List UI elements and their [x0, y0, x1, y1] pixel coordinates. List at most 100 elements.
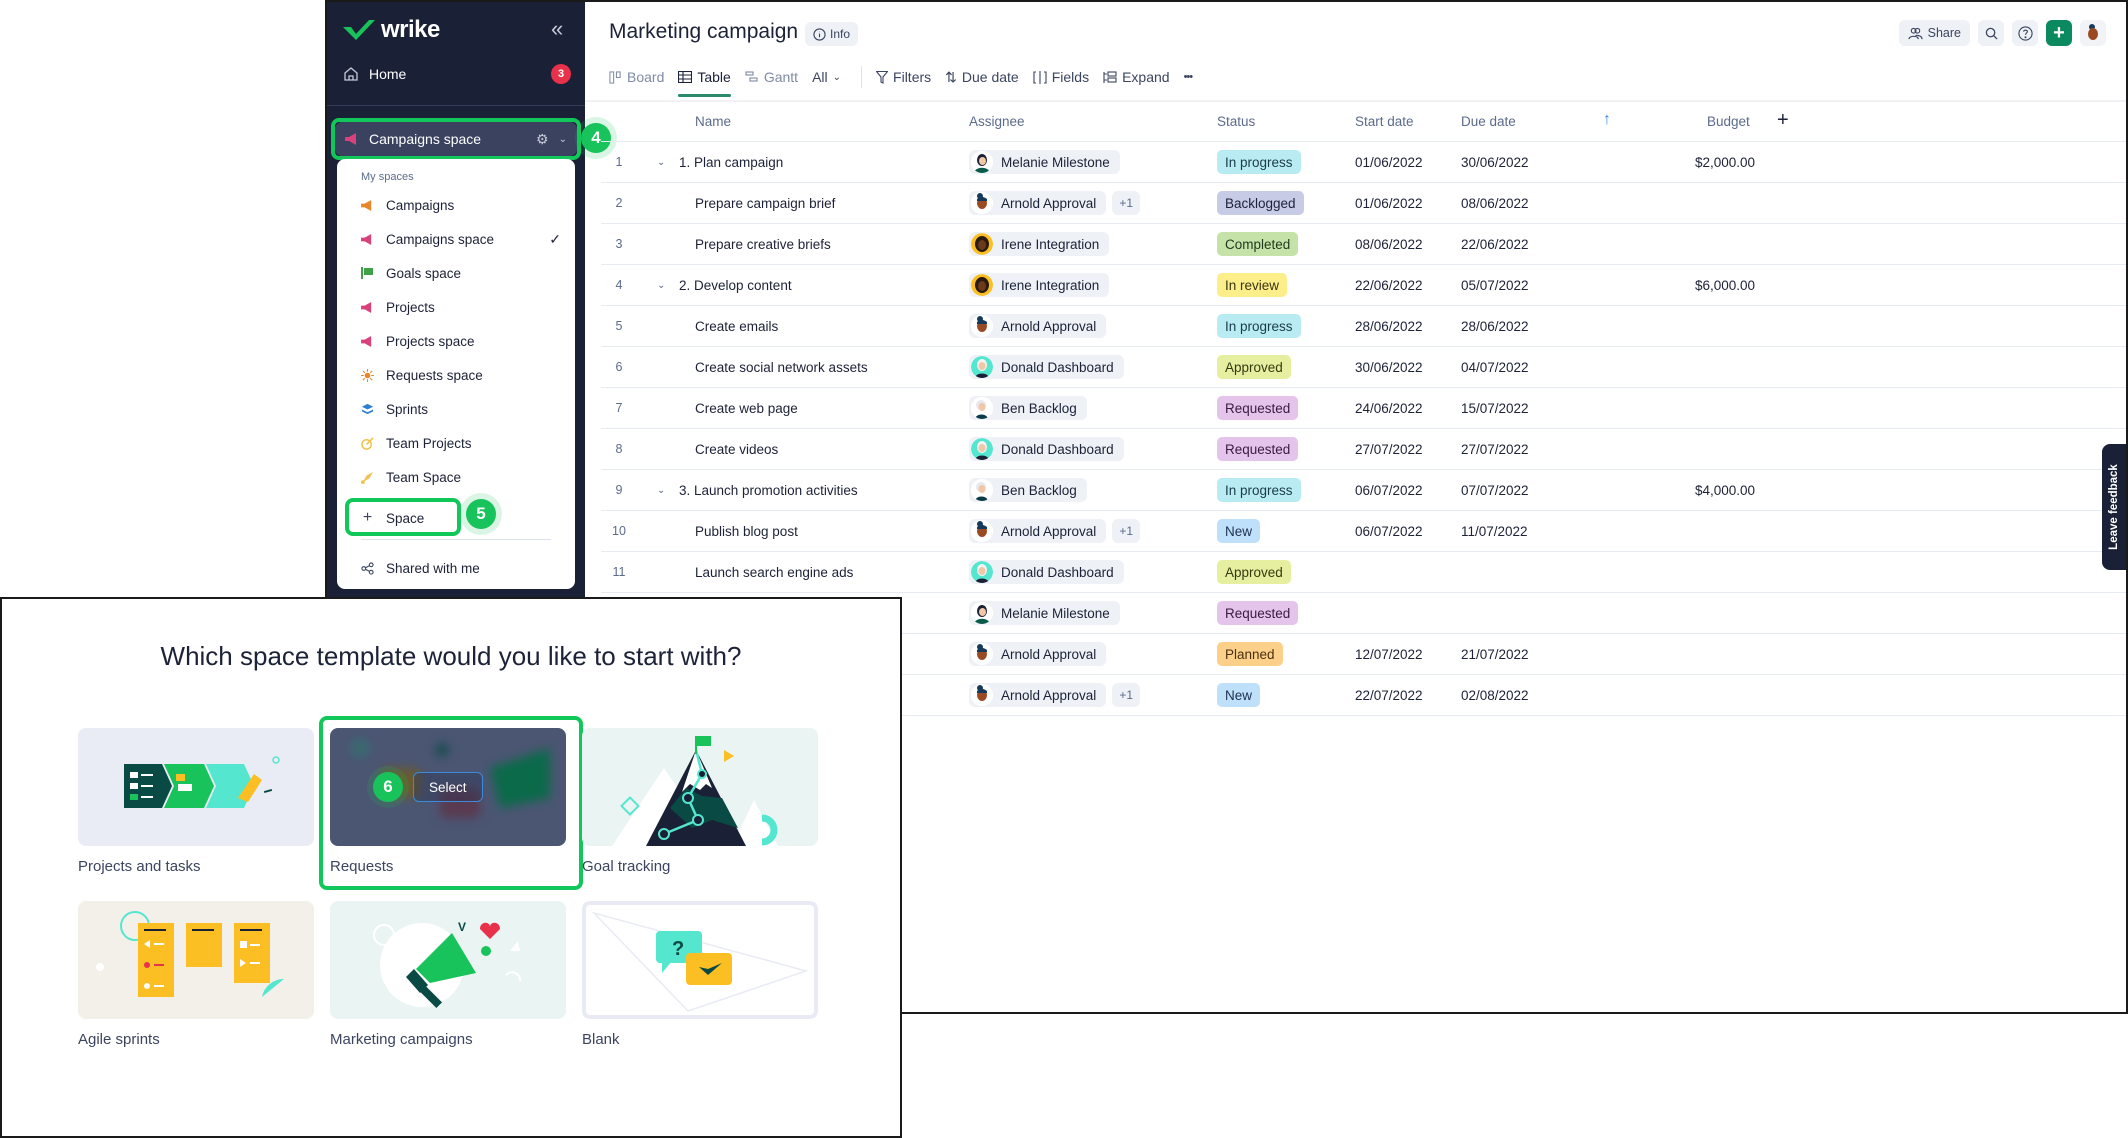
add-new-button[interactable]: + [2046, 20, 2072, 46]
space-item-projects[interactable]: Projects [361, 294, 561, 320]
template-goal-tracking[interactable]: Goal tracking [582, 728, 818, 875]
chevron-down-icon[interactable]: ⌄ [657, 157, 671, 168]
more-assignees-chip[interactable]: +1 [1112, 683, 1140, 707]
status-badge[interactable]: Approved [1217, 560, 1291, 584]
space-item-team-space[interactable]: Team Space [361, 464, 561, 490]
more-assignees-chip[interactable]: +1 [1112, 191, 1140, 215]
gear-icon[interactable]: ⚙ [536, 131, 549, 148]
start-date[interactable]: 27/07/2022 [1355, 429, 1423, 469]
table-row[interactable]: 9 ⌄ 3. Launch promotion activities Ben Bac… [601, 470, 2126, 511]
table-row[interactable]: 10 Publish blog post Arnold Approval +1 Ne… [601, 511, 2126, 552]
collapse-sidebar-icon[interactable]: « [551, 16, 563, 42]
budget[interactable]: $4,000.00 [1571, 470, 1755, 510]
due-date[interactable]: 07/07/2022 [1461, 470, 1529, 510]
fields-button[interactable]: Fields [1033, 69, 1089, 85]
status-badge[interactable]: Approved [1217, 355, 1291, 379]
status-badge[interactable]: In review [1217, 273, 1288, 297]
template-agile-sprints[interactable]: Agile sprints [78, 901, 314, 1048]
table-row[interactable]: 5 Create emails Arnold Approval In progre… [601, 306, 2126, 347]
budget[interactable] [1571, 511, 1755, 551]
due-date[interactable]: 08/06/2022 [1461, 183, 1529, 223]
col-status[interactable]: Status [1217, 114, 1255, 129]
table-row[interactable]: 1 ⌄ 1. Plan campaign Melanie Milestone In … [601, 142, 2126, 183]
status-badge[interactable]: In progress [1217, 150, 1301, 174]
table-row[interactable]: 2 Prepare campaign brief Arnold Approval … [601, 183, 2126, 224]
info-button[interactable]: Info [805, 22, 859, 46]
budget[interactable] [1571, 388, 1755, 428]
start-date[interactable]: 30/06/2022 [1355, 347, 1423, 387]
task-name-cell[interactable]: Prepare campaign brief [695, 183, 835, 223]
status-badge[interactable]: New [1217, 519, 1261, 543]
space-item-goals-space[interactable]: Goals space [361, 260, 561, 286]
tab-table[interactable]: Table [678, 69, 732, 97]
leave-feedback-tab[interactable]: Leave feedback [2102, 444, 2126, 570]
space-item-requests-space[interactable]: Requests space [361, 362, 561, 388]
start-date[interactable]: 06/07/2022 [1355, 470, 1423, 510]
chevron-down-icon[interactable]: ⌄ [559, 134, 567, 145]
share-button[interactable]: Share [1898, 20, 1970, 46]
status-badge[interactable]: Backlogged [1217, 191, 1304, 215]
status-badge[interactable]: Completed [1217, 232, 1299, 256]
assignee-chip[interactable]: Donald Dashboard [969, 437, 1124, 461]
budget[interactable] [1571, 593, 1755, 633]
template-requests[interactable]: 6 Select Requests [330, 728, 566, 875]
space-item-sprints[interactable]: Sprints [361, 396, 561, 422]
space-item-team-projects[interactable]: Team Projects [361, 430, 561, 456]
assignee-chip[interactable]: Ben Backlog [969, 478, 1087, 502]
assignee-chip[interactable]: Arnold Approval [969, 191, 1107, 215]
start-date[interactable]: 06/07/2022 [1355, 511, 1423, 551]
task-name-cell[interactable]: ⌄ 2. Develop content [657, 265, 792, 305]
task-name-cell[interactable]: ⌄ 1. Plan campaign [657, 142, 783, 182]
sort-button[interactable]: ⇅ Due date [945, 69, 1019, 86]
space-item-projects-space[interactable]: Projects space [361, 328, 561, 354]
col-name[interactable]: Name [695, 114, 731, 129]
select-template-button[interactable]: Select [413, 772, 483, 802]
expand-button[interactable]: Expand [1103, 69, 1170, 85]
template-blank[interactable]: ? Blank [582, 901, 818, 1048]
chevron-down-icon[interactable]: ⌄ [657, 485, 671, 496]
budget[interactable] [1571, 306, 1755, 346]
task-name-cell[interactable]: ⌄ 3. Launch promotion activities [657, 470, 858, 510]
table-row[interactable]: 6 Create social network assets Donald Das… [601, 347, 2126, 388]
col-assignee[interactable]: Assignee [969, 114, 1025, 129]
due-date[interactable]: 15/07/2022 [1461, 388, 1529, 428]
due-date[interactable]: 11/07/2022 [1461, 511, 1528, 551]
table-row[interactable]: 8 Create videos Donald Dashboard Requeste… [601, 429, 2126, 470]
space-selector[interactable]: Campaigns space ⚙ ⌄ [335, 122, 577, 156]
search-button[interactable] [1978, 20, 2004, 46]
budget[interactable] [1571, 183, 1755, 223]
assignee-chip[interactable]: Donald Dashboard [969, 560, 1124, 584]
task-name-cell[interactable]: Publish blog post [695, 511, 798, 551]
task-name-cell[interactable]: Create web page [695, 388, 798, 428]
budget[interactable] [1571, 224, 1755, 264]
budget[interactable]: $2,000.00 [1571, 142, 1755, 182]
add-column-icon[interactable]: + [1777, 109, 1789, 132]
assignee-chip[interactable]: Irene Integration [969, 273, 1110, 297]
assignee-chip[interactable]: Ben Backlog [969, 396, 1087, 420]
status-badge[interactable]: Requested [1217, 396, 1299, 420]
col-start-date[interactable]: Start date [1355, 114, 1414, 129]
assignee-chip[interactable]: Irene Integration [969, 232, 1110, 256]
budget[interactable] [1571, 552, 1755, 592]
shared-with-me-item[interactable]: Shared with me [361, 555, 561, 581]
budget[interactable] [1571, 347, 1755, 387]
start-date[interactable]: 12/07/2022 [1355, 634, 1423, 674]
assignee-chip[interactable]: Arnold Approval [969, 519, 1107, 543]
start-date[interactable]: 24/06/2022 [1355, 388, 1423, 428]
start-date[interactable]: 28/06/2022 [1355, 306, 1423, 346]
sort-ascending-icon[interactable]: ↑ [1603, 111, 1611, 129]
col-budget[interactable]: Budget [1707, 114, 1750, 129]
budget[interactable] [1571, 634, 1755, 674]
status-badge[interactable]: In progress [1217, 314, 1301, 338]
task-name-cell[interactable]: Prepare creative briefs [695, 224, 831, 264]
start-date[interactable]: 22/07/2022 [1355, 675, 1423, 715]
add-space-button[interactable]: + Space [361, 505, 561, 531]
assignee-chip[interactable]: Melanie Milestone [969, 601, 1120, 625]
assignee-chip[interactable]: Donald Dashboard [969, 355, 1124, 379]
table-row[interactable]: 4 ⌄ 2. Develop content Irene Integration I… [601, 265, 2126, 306]
table-row[interactable]: 7 Create web page Ben Backlog Requested 24… [601, 388, 2126, 429]
budget[interactable] [1571, 429, 1755, 469]
more-options-button[interactable]: ••• [1184, 71, 1194, 83]
start-date[interactable]: 22/06/2022 [1355, 265, 1423, 305]
help-button[interactable] [2012, 20, 2038, 46]
